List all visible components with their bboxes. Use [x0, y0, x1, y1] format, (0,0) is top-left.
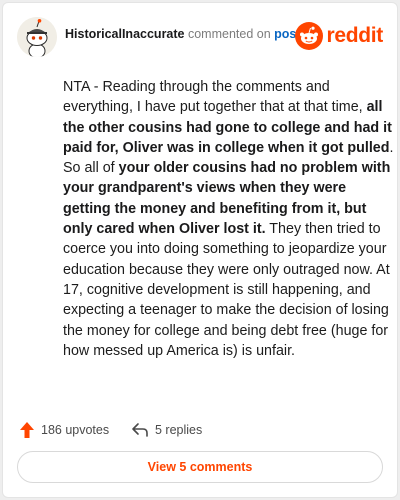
comment-body: NTA - Reading through the comments and e…	[63, 77, 395, 361]
action-text: commented on	[187, 27, 271, 41]
comment-card: HistoricalInaccurate commented on post r…	[2, 2, 398, 498]
upvote-count: 186 upvotes	[41, 423, 110, 437]
reply-arrow-icon	[132, 423, 148, 437]
reply-button[interactable]: 5 replies	[131, 419, 202, 441]
username-link[interactable]: HistoricalInaccurate	[65, 27, 185, 41]
comment-segment: They then tried to coerce you into doing…	[63, 221, 390, 359]
reddit-logo[interactable]: reddit	[295, 21, 383, 51]
comment-header: HistoricalInaccurate commented on post r…	[17, 17, 383, 57]
reply-count: 5 replies	[155, 423, 203, 437]
upvote-arrow-icon	[20, 422, 34, 438]
avatar-icon[interactable]	[17, 17, 57, 57]
reddit-snoo-icon	[295, 22, 324, 50]
reddit-wordmark: reddit	[326, 24, 383, 47]
comment-footer: 186 upvotes 5 replies	[19, 419, 381, 441]
comment-segment: NTA - Reading through the comments and e…	[63, 79, 367, 116]
comment-meta: HistoricalInaccurate commented on post	[65, 27, 301, 41]
upvote-button[interactable]: 186 upvotes	[19, 419, 109, 441]
view-comments-button[interactable]: View 5 comments	[17, 451, 383, 483]
